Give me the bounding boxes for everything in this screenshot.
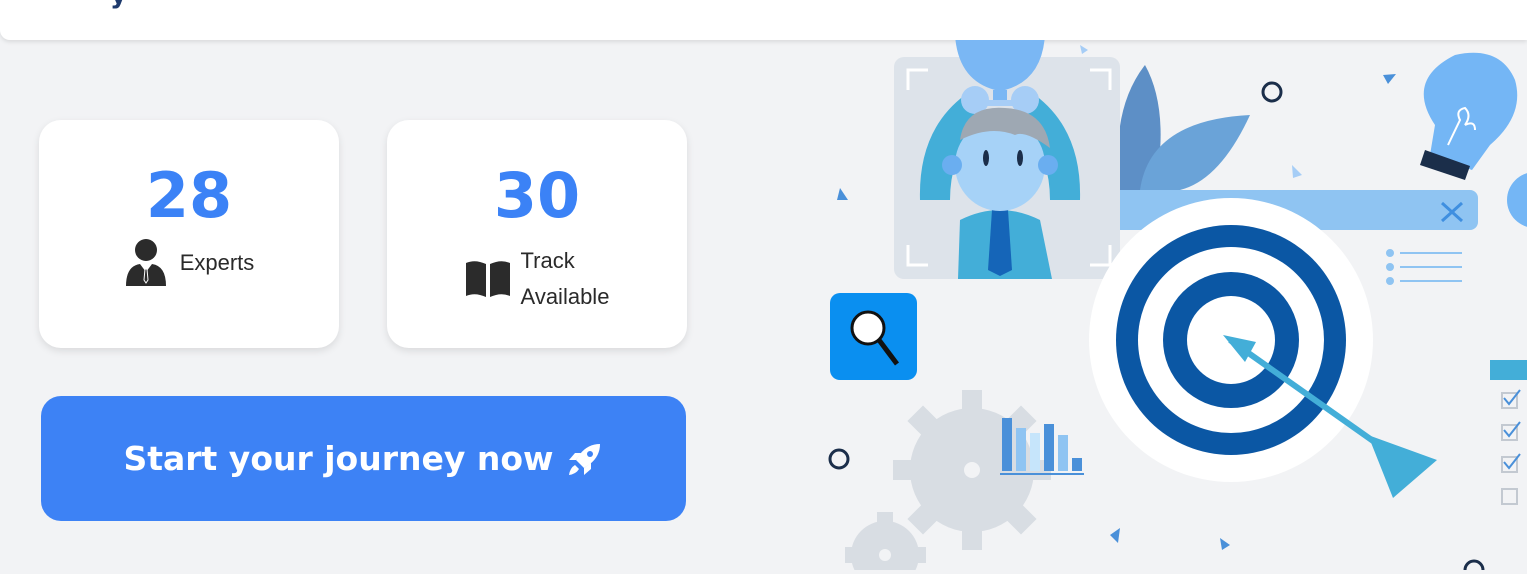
tracks-label-line2: Available [520,284,610,309]
checklist-icon [1490,360,1527,505]
tracks-label-row: Track Available [387,243,687,315]
tracks-label: Track Available [521,243,610,315]
magnifier-icon [830,293,917,380]
rocket-icon [566,440,604,478]
open-book-icon [465,256,511,302]
tracks-count: 30 [493,159,581,232]
lightbulb-icon [1420,52,1518,180]
trophy-person-icon [894,35,1120,279]
start-journey-button[interactable]: Start your journey now [41,396,686,521]
start-journey-label: Start your journey now [123,439,554,478]
partial-circle-decoration [1507,173,1527,227]
person-in-suit-icon [124,238,168,288]
stat-card-tracks: 30 Track Available [387,120,687,348]
top-navigation-bar: y [0,0,1527,40]
logo-fragment: y [110,0,136,8]
experts-count: 28 [145,159,233,232]
stat-card-experts: 28 Experts [39,120,339,348]
experts-label: Experts [179,250,255,275]
experts-label-row: Experts [39,238,339,288]
list-lines-icon [1386,249,1462,285]
gear-icon [845,390,1051,574]
leaves-decoration [1117,65,1250,190]
tracks-label-line1: Track [520,248,575,273]
career-goal-illustration [800,35,1527,574]
